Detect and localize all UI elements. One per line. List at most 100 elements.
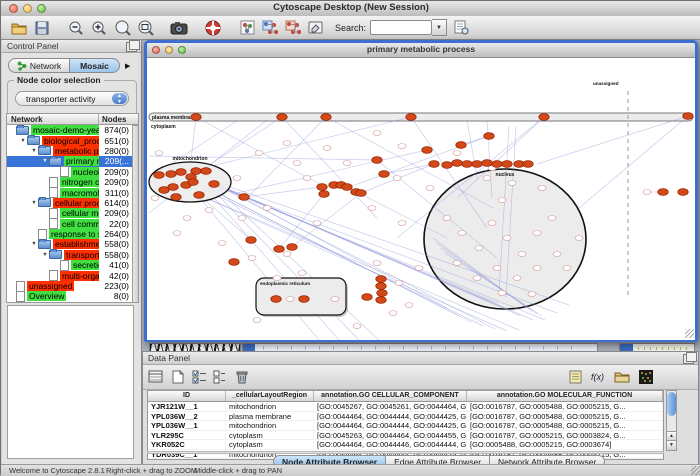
network-node[interactable] — [248, 256, 256, 261]
tree-row[interactable]: response to stimulu264(0) — [7, 229, 132, 239]
network-node[interactable] — [353, 324, 361, 329]
tree-row[interactable]: secretion41(0) — [7, 260, 132, 270]
network-node[interactable] — [498, 291, 506, 296]
selected-network-node[interactable] — [188, 179, 198, 186]
tab-mosaic[interactable]: Mosaic — [70, 58, 120, 73]
tree-row[interactable]: macromolecule311(0) — [7, 187, 132, 197]
selected-network-node[interactable] — [201, 168, 211, 175]
network-node[interactable] — [155, 151, 163, 156]
network-node[interactable] — [533, 266, 541, 271]
network-node[interactable] — [643, 190, 651, 195]
selected-network-node[interactable] — [321, 114, 331, 121]
selected-network-node[interactable] — [422, 147, 432, 154]
tree-row[interactable]: nitrogen compo209(0) — [7, 177, 132, 187]
selected-network-node[interactable] — [379, 171, 389, 178]
search-options-icon[interactable] — [451, 18, 471, 38]
expander-icon[interactable]: ▼ — [30, 148, 38, 154]
compartment-plasma-membrane[interactable] — [149, 113, 693, 121]
network-node[interactable] — [458, 231, 466, 236]
table-row[interactable]: YPL036W__2plasma membrane[GO:0044464, GO… — [148, 412, 663, 422]
network-node[interactable] — [331, 297, 339, 302]
selected-network-node[interactable] — [166, 171, 176, 178]
tree-row[interactable]: mosaic-demo-yeast874(0) — [7, 125, 132, 135]
expander-icon[interactable]: ▼ — [30, 241, 38, 247]
network-modify-icon[interactable] — [260, 18, 280, 38]
network-node[interactable] — [286, 297, 294, 302]
search-input[interactable] — [370, 20, 432, 35]
network-node[interactable] — [493, 266, 501, 271]
network-node[interactable] — [389, 311, 397, 316]
selected-network-node[interactable] — [191, 114, 201, 121]
network-node[interactable] — [475, 246, 483, 251]
selected-network-node[interactable] — [239, 194, 249, 201]
tab-network[interactable]: Network — [8, 58, 70, 73]
selected-network-node[interactable] — [299, 296, 309, 303]
network-node[interactable] — [368, 206, 376, 211]
tree-header-network[interactable]: Network — [7, 114, 99, 124]
tree-header-nodes[interactable]: Nodes — [99, 114, 138, 124]
import-icon[interactable] — [613, 368, 630, 385]
selected-network-node[interactable] — [274, 246, 284, 253]
network-node[interactable] — [298, 271, 306, 276]
expander-icon[interactable]: ▼ — [30, 200, 38, 206]
birdseye-view[interactable] — [7, 305, 134, 459]
network-node[interactable] — [238, 216, 246, 221]
network-node[interactable] — [373, 261, 381, 266]
tree-row[interactable]: unassigned223(0) — [7, 281, 132, 291]
selected-network-node[interactable] — [452, 160, 462, 167]
selected-network-node[interactable] — [317, 184, 327, 191]
zoom-fit-icon[interactable] — [135, 18, 155, 38]
tree-row[interactable]: Overview8(0) — [7, 291, 132, 301]
network-node[interactable] — [508, 181, 516, 186]
selected-network-node[interactable] — [159, 187, 169, 194]
network-canvas[interactable]: plasma membranecytoplasmnucleusmitochond… — [147, 58, 695, 340]
tree-row[interactable]: cell communicat22(0) — [7, 219, 132, 229]
zoom-in-icon[interactable] — [89, 18, 109, 38]
selected-network-node[interactable] — [229, 259, 239, 266]
selected-network-node[interactable] — [154, 172, 164, 179]
column-header[interactable]: annotation.GO CELLULAR_COMPONENT — [314, 391, 467, 401]
tree-row[interactable]: ▼transport558(0) — [7, 250, 132, 260]
search-dropdown-button[interactable]: ▼ — [432, 19, 447, 36]
tree-row[interactable]: cellular metabo209(0) — [7, 208, 132, 218]
network-node[interactable] — [151, 196, 159, 201]
network-node[interactable] — [395, 281, 403, 286]
unselect-all-attributes-icon[interactable] — [211, 368, 228, 385]
selected-network-node[interactable] — [683, 113, 693, 120]
zoom-selected-icon[interactable] — [112, 18, 132, 38]
selected-network-node[interactable] — [356, 190, 366, 197]
network-node[interactable] — [323, 146, 331, 151]
save-button[interactable] — [32, 18, 52, 38]
selected-network-node[interactable] — [246, 237, 256, 244]
network-node[interactable] — [528, 292, 536, 297]
selected-network-node[interactable] — [484, 133, 494, 140]
resize-grip[interactable] — [685, 329, 694, 338]
matrix-icon[interactable] — [637, 368, 654, 385]
selected-network-node[interactable] — [194, 192, 204, 199]
table-row[interactable]: YLR295Ccytoplasm[GO:0045263, GO:0044464,… — [148, 431, 663, 441]
selected-network-node[interactable] — [319, 191, 329, 198]
network-filter-icon[interactable] — [283, 18, 303, 38]
tree-row[interactable]: ▼metabolic process280(0) — [7, 146, 132, 156]
selected-network-node[interactable] — [171, 194, 181, 201]
selected-network-node[interactable] — [502, 161, 512, 168]
selected-network-node[interactable] — [462, 161, 472, 168]
selected-network-node[interactable] — [472, 161, 482, 168]
float-panel-icon[interactable] — [126, 42, 137, 52]
network-node[interactable] — [563, 266, 571, 271]
delete-attribute-icon[interactable] — [233, 368, 250, 385]
function-builder-icon[interactable]: f(x) — [589, 368, 606, 385]
network-node[interactable] — [453, 151, 461, 156]
network-node[interactable] — [273, 276, 281, 281]
expander-icon[interactable]: ▼ — [41, 252, 49, 258]
selected-network-node[interactable] — [658, 189, 668, 196]
column-header[interactable]: _cellularLayoutRegion — [226, 391, 314, 401]
network-node[interactable] — [205, 208, 213, 213]
selected-network-node[interactable] — [277, 114, 287, 121]
table-hscrollbar[interactable] — [147, 451, 664, 454]
selected-network-node[interactable] — [442, 162, 452, 169]
vizmapper-icon[interactable] — [237, 18, 257, 38]
tree-row[interactable]: ▼biological_process651(0) — [7, 135, 132, 145]
network-node[interactable] — [488, 221, 496, 226]
tree-row[interactable]: nucleobase-209(0) — [7, 167, 132, 177]
